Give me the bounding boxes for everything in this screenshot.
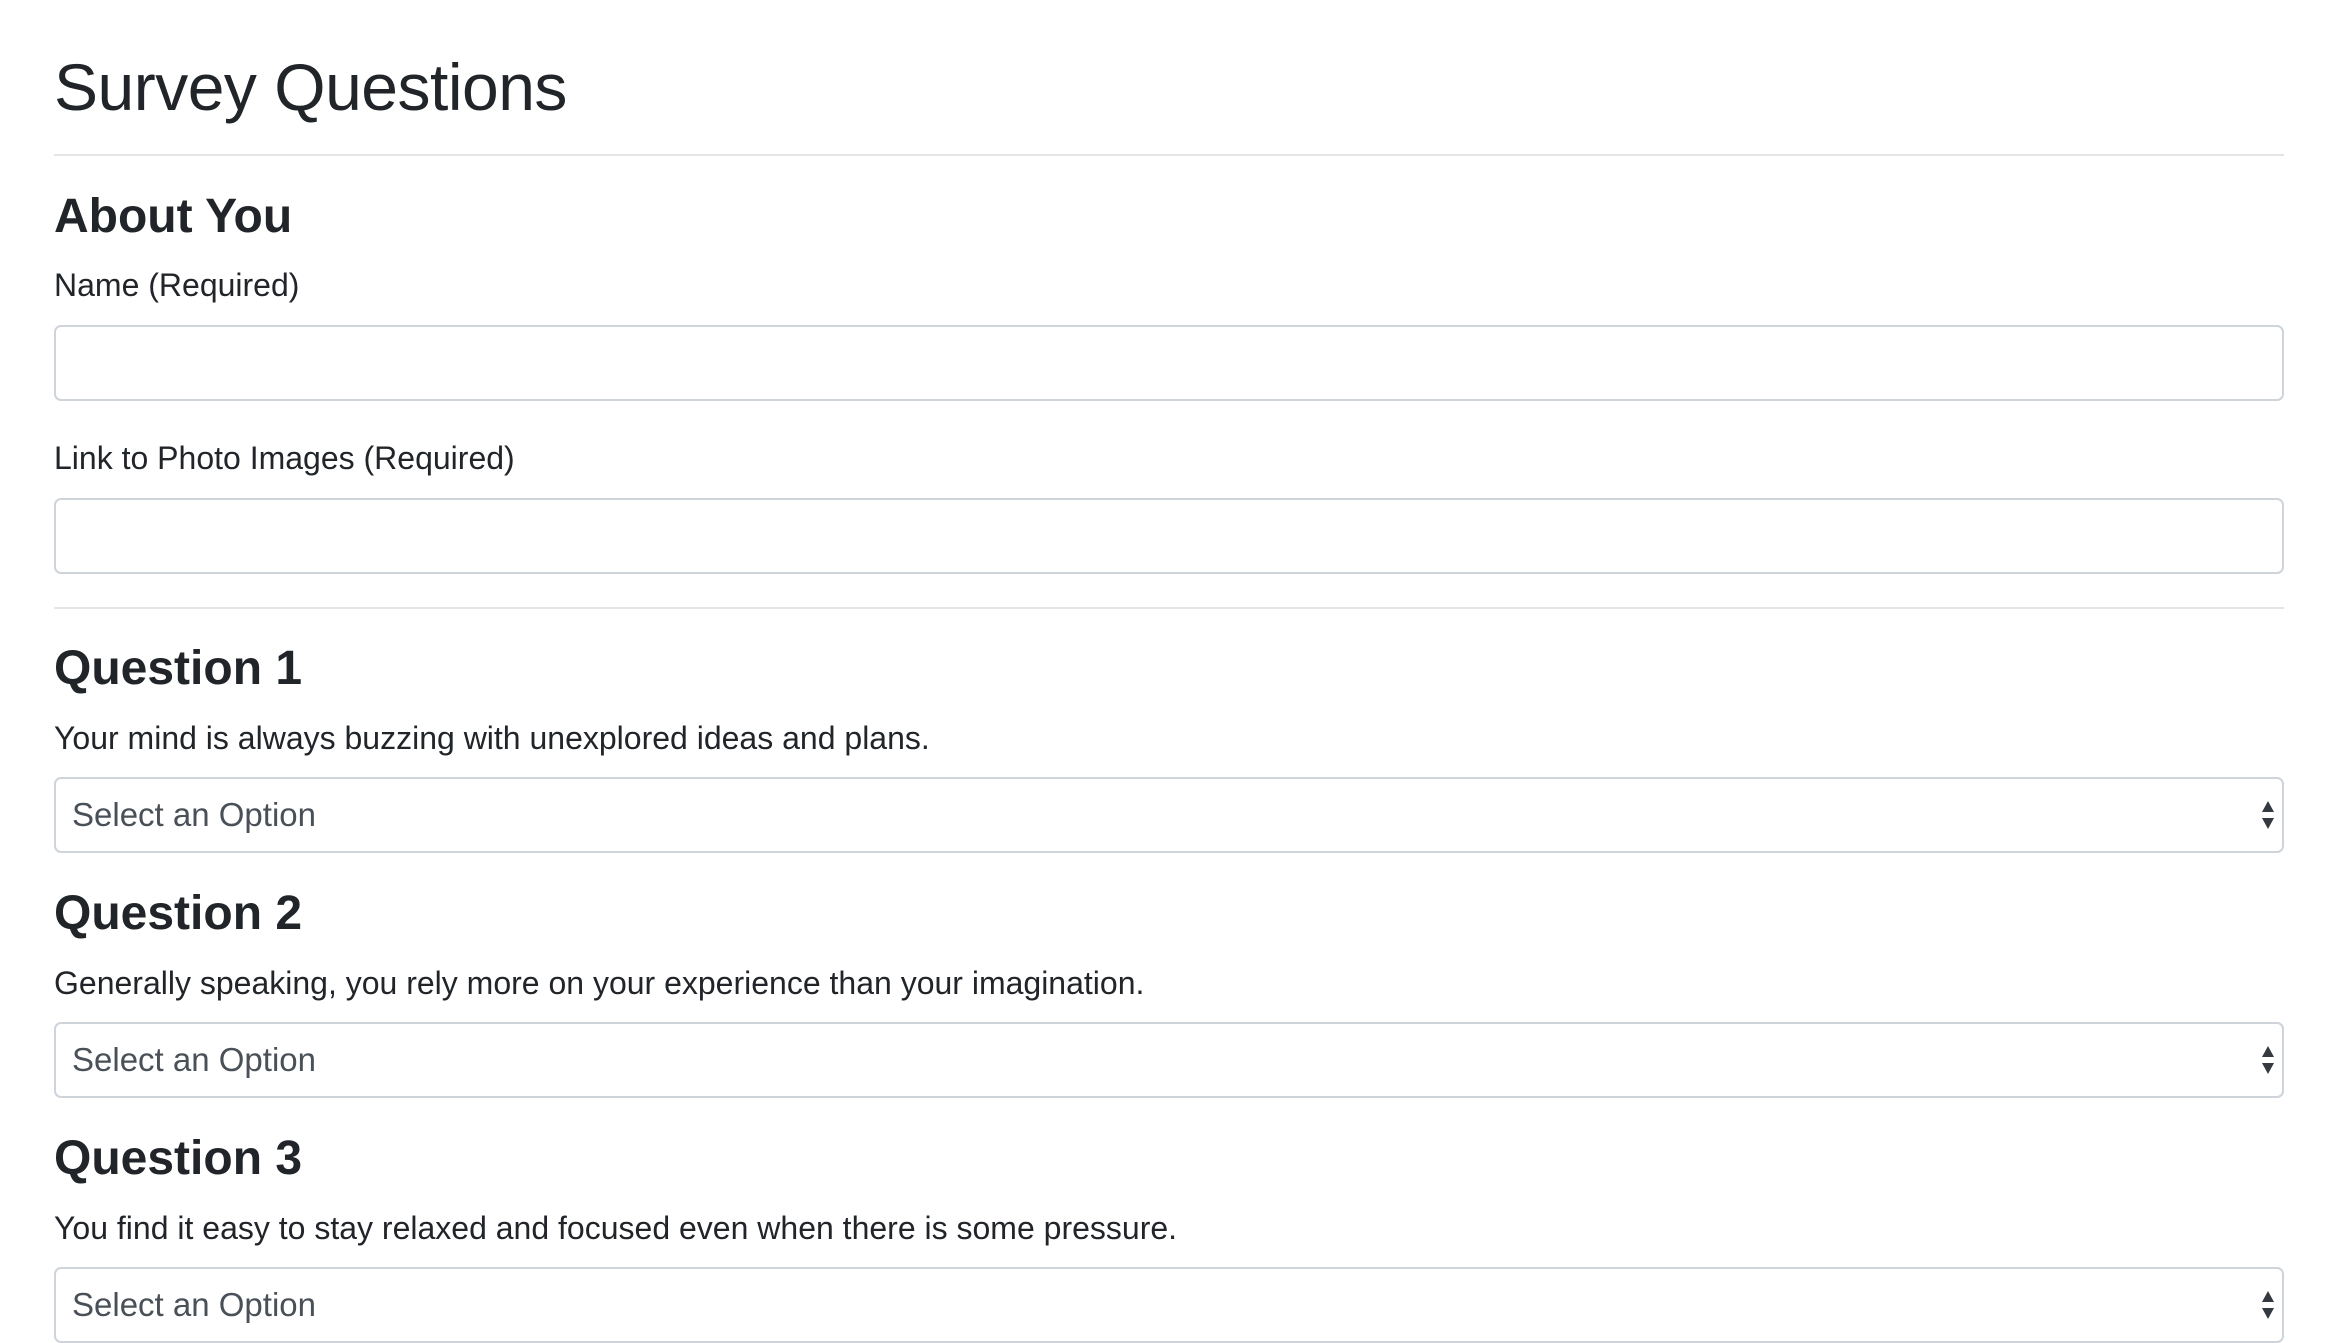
question-1-selected-value: Select an Option — [72, 796, 316, 833]
question-2-selected-value: Select an Option — [72, 1041, 316, 1078]
question-3-selected-value: Select an Option — [72, 1286, 316, 1323]
name-label: Name (Required) — [54, 267, 300, 303]
question-1-heading: Question 1 — [54, 642, 303, 695]
photo-link-label: Link to Photo Images (Required) — [54, 440, 515, 476]
page-title: Survey Questions — [54, 50, 567, 124]
section-divider — [54, 607, 2284, 609]
about-you-heading: About You — [54, 190, 293, 243]
question-2-text: Generally speaking, you rely more on you… — [54, 965, 1145, 1001]
name-input[interactable] — [54, 325, 2284, 401]
question-2-heading: Question 2 — [54, 887, 303, 940]
up-down-caret-icon — [2262, 1291, 2274, 1319]
question-3-select[interactable]: Select an Option — [54, 1267, 2284, 1343]
up-down-caret-icon — [2262, 801, 2274, 829]
up-down-caret-icon — [2262, 1046, 2274, 1074]
question-1-text: Your mind is always buzzing with unexplo… — [54, 720, 930, 756]
question-1-select[interactable]: Select an Option — [54, 777, 2284, 853]
question-2-select[interactable]: Select an Option — [54, 1022, 2284, 1098]
photo-link-input[interactable] — [54, 498, 2284, 574]
title-divider — [54, 154, 2284, 156]
question-3-heading: Question 3 — [54, 1132, 303, 1185]
question-3-text: You find it easy to stay relaxed and foc… — [54, 1210, 1178, 1246]
